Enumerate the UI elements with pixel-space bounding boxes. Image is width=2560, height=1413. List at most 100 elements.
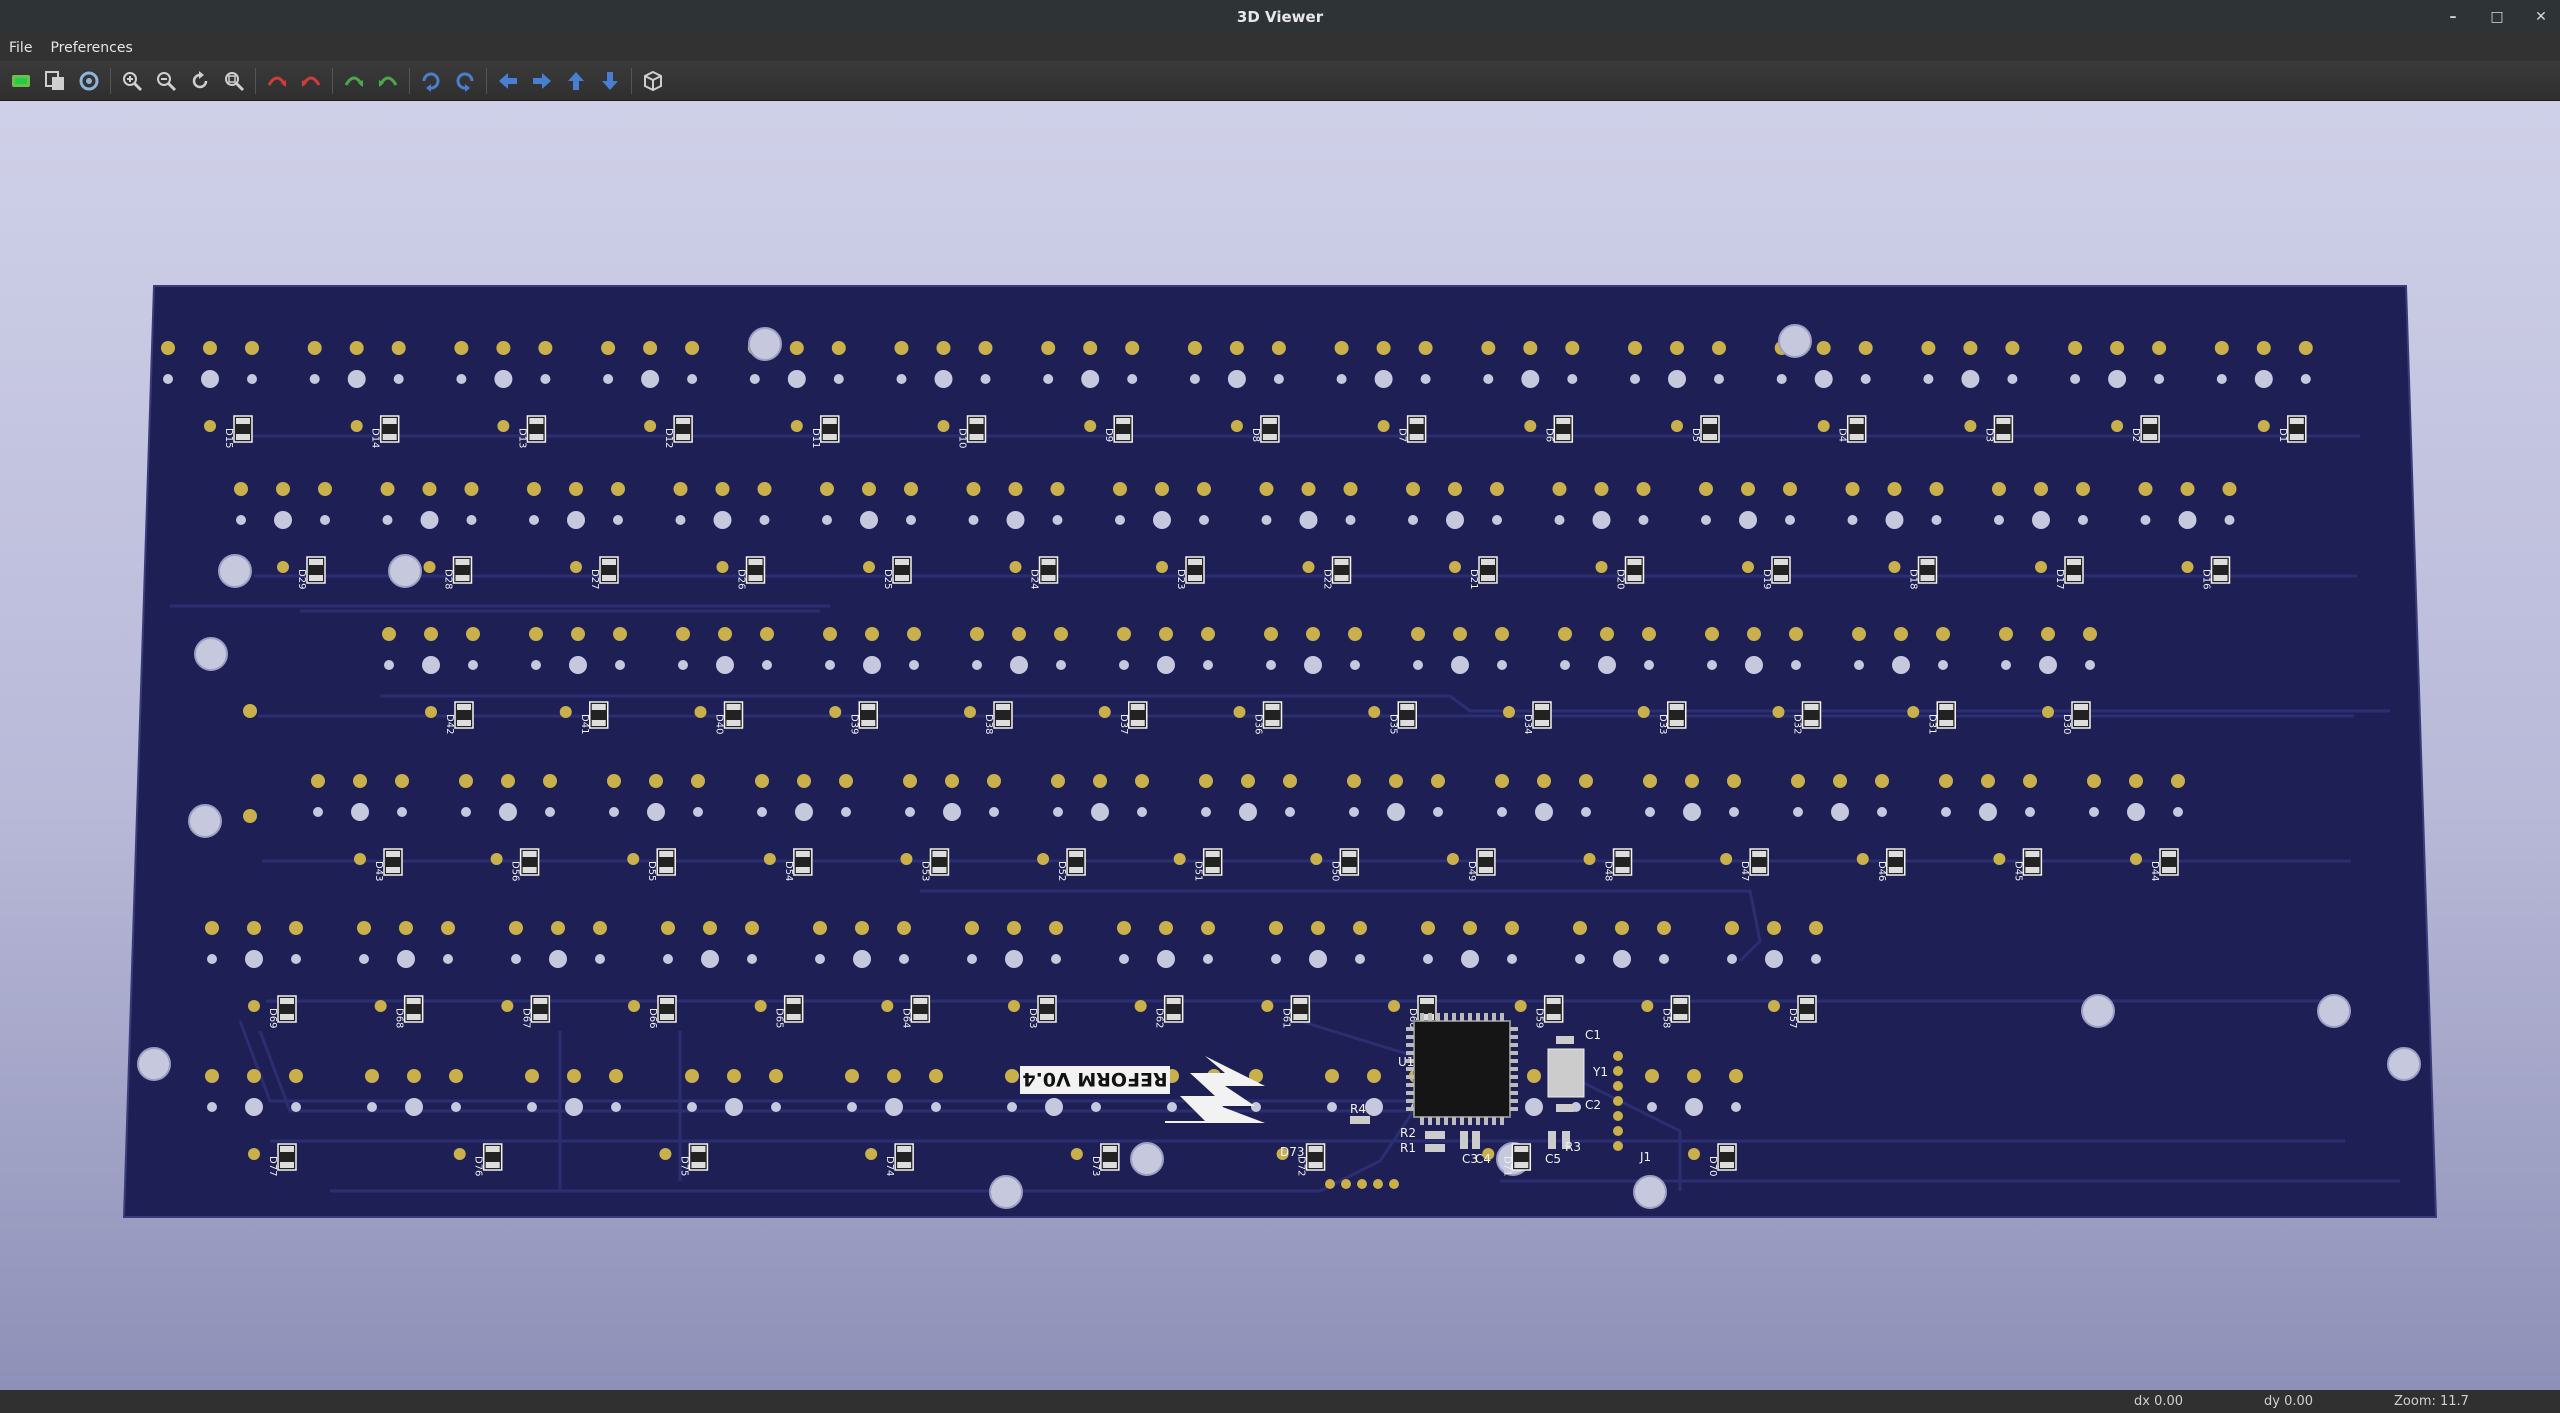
rotate-y-reverse-button[interactable]: [373, 66, 403, 96]
switch-center-hole: [201, 370, 219, 388]
zoom-fit-button[interactable]: [219, 66, 249, 96]
switch-pad: [936, 341, 951, 355]
3d-viewport[interactable]: D15 D14 D13 D12 D11 D10 D9 D8 D7 D6 D5 D4 D3 D2 D1 D29 D…: [0, 101, 2560, 1390]
diode-pad: [1009, 561, 1022, 573]
maximize-icon[interactable]: □: [2488, 9, 2506, 25]
switch-pin-hole: [1336, 374, 1347, 384]
switch-pad: [1894, 627, 1908, 641]
switch-pin-hole: [1645, 807, 1655, 817]
resistor-r4: [1350, 1116, 1370, 1124]
switch-pad: [904, 482, 918, 496]
pcb-render[interactable]: D15 D14 D13 D12 D11 D10 D9 D8 D7 D6 D5 D4 D3 D2 D1 D29 D…: [0, 101, 2560, 1390]
switch-pad: [1301, 482, 1316, 496]
diode-label: D62: [1154, 1008, 1165, 1028]
mounting-hole: [2317, 994, 2351, 1028]
switch-pad: [1334, 341, 1349, 355]
switch-pad: [1729, 1069, 1743, 1083]
diode-pad: [248, 1000, 260, 1012]
mounting-hole: [1778, 324, 1812, 358]
switch-pin-hole: [527, 1102, 537, 1112]
diode-pad: [236, 434, 250, 440]
component-label-r4: R4: [1350, 1102, 1366, 1116]
diode-pad: [406, 1014, 421, 1020]
switch-pad: [897, 921, 911, 935]
switch-center-hole: [863, 656, 881, 674]
mcu-pin: [1406, 1035, 1414, 1039]
header-j1-pin: [1613, 1081, 1623, 1091]
switch-pad: [243, 809, 257, 823]
switch-center-hole: [1961, 370, 1980, 388]
minimize-icon[interactable]: –: [2444, 9, 2462, 25]
switch-pin-hole: [531, 660, 541, 670]
move-left-icon: [499, 72, 517, 89]
diode-pad: [1156, 561, 1168, 573]
diode-label: D44: [2149, 861, 2160, 881]
switch-pad: [1347, 774, 1361, 788]
ortho-view-button[interactable]: [638, 66, 668, 96]
switch-center-hole: [1739, 511, 1757, 529]
mcu-pin: [1492, 1117, 1496, 1125]
mounting-hole: [218, 554, 252, 588]
mcu-pin: [1510, 1027, 1518, 1031]
switch-pin-hole: [1408, 515, 1418, 525]
switch-pin-hole: [1203, 660, 1213, 670]
settings-button[interactable]: [74, 66, 104, 96]
diode-pad: [660, 998, 674, 1004]
switch-pin-hole: [615, 660, 625, 670]
zoom-in-button[interactable]: [117, 66, 147, 96]
switch-pin-hole: [2078, 515, 2088, 525]
copy-button[interactable]: [40, 66, 70, 96]
switch-pin-hole: [1707, 660, 1717, 670]
switch-pin-hole: [1497, 660, 1507, 670]
move-down-button[interactable]: [595, 66, 625, 96]
zoom-redraw-button[interactable]: [185, 66, 215, 96]
switch-pad: [2083, 627, 2097, 641]
diode-pad: [1481, 575, 1495, 581]
switch-pin-hole: [456, 374, 467, 384]
zoom-out-button[interactable]: [151, 66, 181, 96]
switch-pad: [1783, 482, 1797, 496]
diode-pad: [865, 1148, 878, 1160]
switch-pad: [1642, 627, 1656, 641]
switch-pad: [1125, 341, 1140, 355]
menu-file[interactable]: File: [0, 40, 41, 56]
diode-pad: [932, 867, 947, 873]
header-j1-pin: [1613, 1051, 1623, 1061]
header-pin: [1341, 1179, 1351, 1189]
diode-label: D52: [1056, 861, 1067, 881]
switch-pin-hole: [1345, 515, 1356, 525]
rotate-z-reverse-button[interactable]: [450, 66, 480, 96]
move-up-button[interactable]: [561, 66, 591, 96]
rotate-z-button[interactable]: [416, 66, 446, 96]
switch-pad: [966, 482, 981, 496]
diode-pad: [1102, 1162, 1117, 1168]
capacitor-c3: [1472, 1131, 1480, 1149]
switch-pin-hole: [529, 515, 539, 525]
diode-pad: [1041, 575, 1056, 581]
rotate-x-reverse-button[interactable]: [296, 66, 326, 96]
switch-pin-hole: [1877, 807, 1887, 817]
switch-center-hole: [274, 511, 292, 529]
diode-pad: [937, 420, 950, 432]
reload-button[interactable]: [6, 66, 36, 96]
diode-pad: [786, 998, 801, 1004]
move-right-button[interactable]: [527, 66, 557, 96]
mcu-pin: [1510, 1067, 1518, 1071]
diode-pad: [2162, 867, 2176, 873]
diode-pad: [676, 434, 691, 440]
switch-pin-hole: [1931, 515, 1942, 525]
switch-pin-hole: [2224, 515, 2235, 525]
component-label-y1: Y1: [1592, 1065, 1608, 1079]
move-left-button[interactable]: [493, 66, 523, 96]
switch-pad: [365, 1069, 379, 1083]
menu-preferences[interactable]: Preferences: [41, 40, 141, 56]
close-icon[interactable]: ✕: [2532, 9, 2550, 25]
switch-pad: [1311, 921, 1325, 935]
rotate-y-button[interactable]: [339, 66, 369, 96]
switch-center-hole: [1535, 803, 1553, 821]
diode-pad: [1637, 706, 1650, 718]
switch-pad: [1887, 482, 1902, 496]
rotate-x-button[interactable]: [262, 66, 292, 96]
switch-pin-hole: [382, 515, 393, 525]
switch-pad: [613, 627, 627, 641]
